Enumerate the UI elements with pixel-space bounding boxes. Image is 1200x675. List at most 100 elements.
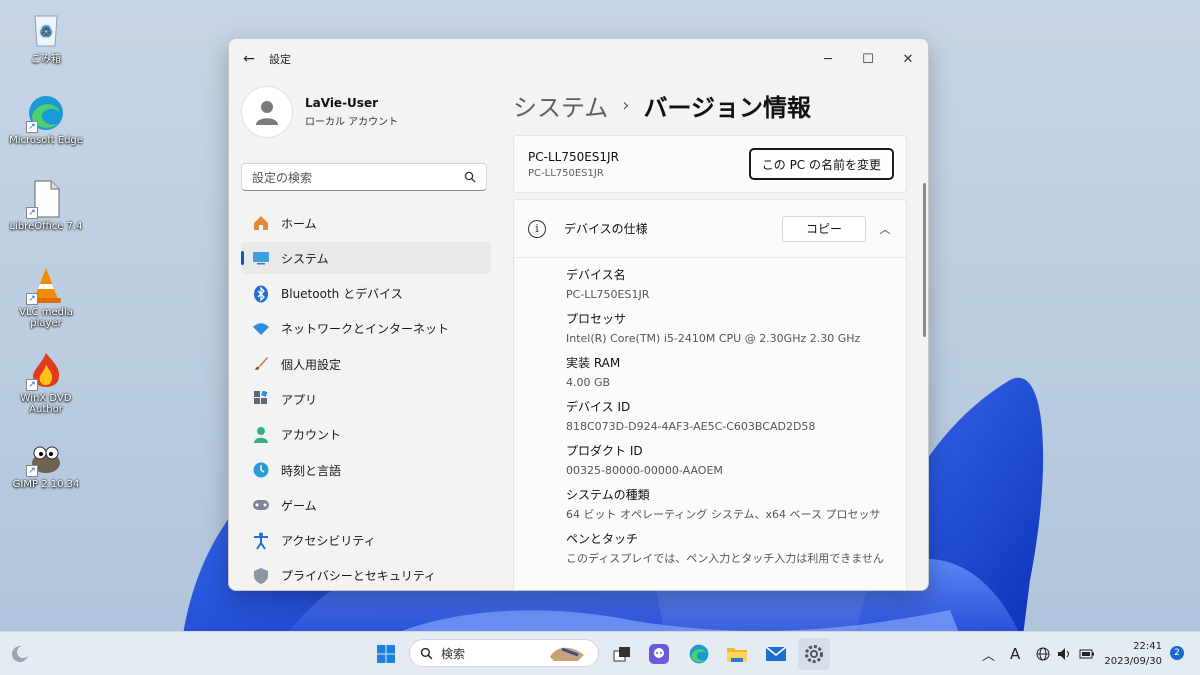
desktop-icon-recycle-bin[interactable]: ♻ ごみ箱: [8, 8, 84, 65]
nav-item-home[interactable]: ホーム: [241, 207, 491, 239]
spec-value: 64 ビット オペレーティング システム、x64 ベース プロセッサ: [566, 508, 881, 521]
brush-icon: [251, 354, 271, 374]
spec-value: Intel(R) Core(TM) i5-2410M CPU @ 2.30GHz…: [566, 332, 861, 345]
nav-item-network[interactable]: ネットワークとインターネット: [241, 313, 491, 345]
spec-label: システムの種類: [566, 488, 650, 502]
nav-item-system[interactable]: システム: [241, 242, 491, 275]
avatar: [241, 86, 293, 138]
shortcut-arrow-icon: ↗: [26, 293, 38, 305]
desktop-icon-microsoft-edge[interactable]: ↗ Microsoft Edge: [8, 93, 84, 146]
volume-icon[interactable]: [1057, 632, 1073, 675]
search-icon: [420, 647, 433, 659]
spec-label: ペンとタッチ: [566, 532, 639, 546]
task-view-icon: [613, 647, 630, 662]
taskbar-settings-button[interactable]: [798, 638, 830, 670]
show-hidden-icons-button[interactable]: ︿: [982, 632, 995, 675]
close-button[interactable]: ✕: [888, 52, 928, 67]
rename-pc-button[interactable]: この PC の名前を変更: [748, 148, 894, 180]
clock-time: 22:41: [1133, 641, 1162, 652]
clock-date: 2023/09/30: [1104, 656, 1162, 667]
nav-item-bluetooth[interactable]: Bluetooth とデバイス: [241, 278, 491, 310]
shortcut-arrow-icon: ↗: [26, 465, 38, 477]
user-silhouette-icon: [256, 101, 278, 125]
home-icon: [251, 213, 271, 233]
device-specs-title: デバイスの仕様: [564, 222, 648, 236]
title-bar: ← 設定 ─ ☐ ✕: [229, 39, 928, 79]
desktop-icon-gimp[interactable]: ↗ GIMP 2.10.34: [8, 437, 84, 490]
battery-icon[interactable]: [1079, 632, 1095, 675]
breadcrumb-separator: ›: [622, 94, 630, 116]
user-profile[interactable]: LaVie-User ローカル アカウント: [241, 79, 491, 145]
search-highlight-icon: [550, 647, 584, 661]
spec-label: デバイス ID: [566, 400, 631, 414]
spec-row: デバイス ID 818C073D-D924-4AF3-AE5C-C603BCAD…: [566, 398, 906, 442]
chat-icon: [649, 644, 669, 664]
breadcrumb-system[interactable]: システム: [513, 88, 608, 123]
clock-globe-icon: [251, 460, 271, 480]
taskbar-chat-button[interactable]: [643, 638, 675, 670]
system-icon: [251, 248, 271, 268]
pc-name-card: PC-LL750ES1JR PC-LL750ES1JR この PC の名前を変更: [513, 135, 907, 193]
device-specs-header[interactable]: i デバイスの仕様 コピー ︿: [514, 200, 906, 258]
wifi-icon: [251, 319, 271, 339]
vlc-cone-icon: ↗: [26, 265, 66, 305]
back-arrow-icon[interactable]: ←: [229, 51, 269, 67]
spec-row: プロセッサ Intel(R) Core(TM) i5-2410M CPU @ 2…: [566, 310, 906, 354]
page-title: バージョン情報: [643, 93, 812, 122]
maximize-button[interactable]: ☐: [848, 52, 888, 67]
desktop-icon-libreoffice[interactable]: ↗ LibreOffice 7.4: [8, 179, 84, 232]
notification-badge[interactable]: 2: [1170, 646, 1184, 660]
spec-label: デバイス名: [566, 268, 626, 282]
window-title: 設定: [269, 53, 291, 66]
taskbar-search-input[interactable]: 検索: [409, 639, 599, 667]
spec-value: 00325-80000-00000-AAOEM: [566, 464, 723, 477]
taskbar-mail-button[interactable]: [760, 638, 792, 670]
nav-item-accessibility[interactable]: アクセシビリティ: [241, 525, 491, 557]
taskbar-edge-button[interactable]: [683, 638, 715, 670]
nav-item-privacy[interactable]: プライバシーとセキュリティ: [241, 560, 491, 590]
gimp-icon: ↗: [26, 437, 66, 477]
ime-indicator[interactable]: A: [1010, 632, 1020, 675]
accessibility-icon: [251, 531, 271, 551]
spec-row: ペンとタッチ このディスプレイでは、ペン入力とタッチ入力は利用できません: [566, 530, 906, 574]
spec-value: このディスプレイでは、ペン入力とタッチ入力は利用できません: [566, 552, 884, 565]
taskbar-search-placeholder: 検索: [441, 646, 466, 661]
spec-value: PC-LL750ES1JR: [566, 288, 650, 301]
scrollbar[interactable]: [923, 183, 926, 337]
nav-item-time-language[interactable]: 時刻と言語: [241, 454, 491, 486]
spec-value: 4.00 GB: [566, 376, 611, 389]
clock[interactable]: 22:41 2023/09/30: [1104, 639, 1162, 669]
minimize-button[interactable]: ─: [808, 52, 848, 67]
chevron-up-icon[interactable]: ︿: [878, 221, 892, 237]
pc-model: PC-LL750ES1JR: [528, 167, 604, 179]
shield-icon: [251, 566, 271, 586]
nav-item-personalization[interactable]: 個人用設定: [241, 348, 491, 380]
widgets-button[interactable]: [4, 638, 36, 670]
desktop-icon-winx-dvd-author[interactable]: ↗ WinX DVD Author: [8, 351, 84, 415]
nav-item-apps[interactable]: アプリ: [241, 383, 491, 415]
shortcut-arrow-icon: ↗: [26, 121, 38, 133]
bluetooth-icon: [251, 284, 271, 304]
taskbar: 検索 ︿ A 22:41 2023/09/30 2: [0, 631, 1200, 675]
chevron-up-icon: ︿: [982, 648, 996, 664]
spec-label: プロダクト ID: [566, 444, 643, 458]
desktop-icon-vlc[interactable]: ↗ VLC media player: [8, 265, 84, 329]
nav-item-gaming[interactable]: ゲーム: [241, 489, 491, 521]
winx-flame-icon: ↗: [26, 351, 66, 391]
breadcrumb: システム › バージョン情報: [513, 79, 928, 131]
start-button[interactable]: [370, 638, 402, 670]
device-specs-list: デバイス名 PC-LL750ES1JR プロセッサ Intel(R) Core(…: [514, 258, 906, 574]
task-view-button[interactable]: [606, 638, 638, 670]
pc-name: PC-LL750ES1JR: [528, 149, 619, 164]
nav-list: ホーム システム Bluetooth とデバイス ネットワークとインターネット …: [241, 207, 491, 590]
libreoffice-icon: ↗: [26, 179, 66, 219]
network-globe-icon[interactable]: [1036, 632, 1050, 675]
account-icon: [251, 425, 271, 445]
spec-row: プロダクト ID 00325-80000-00000-AAOEM: [566, 442, 906, 486]
settings-search-input[interactable]: 設定の検索: [241, 163, 487, 191]
copy-button[interactable]: コピー: [782, 215, 866, 242]
device-specs-card: i デバイスの仕様 コピー ︿ デバイス名 PC-LL750ES1JR プロセッ…: [513, 199, 907, 590]
recycle-bin-icon: ♻: [26, 8, 66, 48]
nav-item-accounts[interactable]: アカウント: [241, 419, 491, 451]
taskbar-explorer-button[interactable]: [721, 638, 753, 670]
